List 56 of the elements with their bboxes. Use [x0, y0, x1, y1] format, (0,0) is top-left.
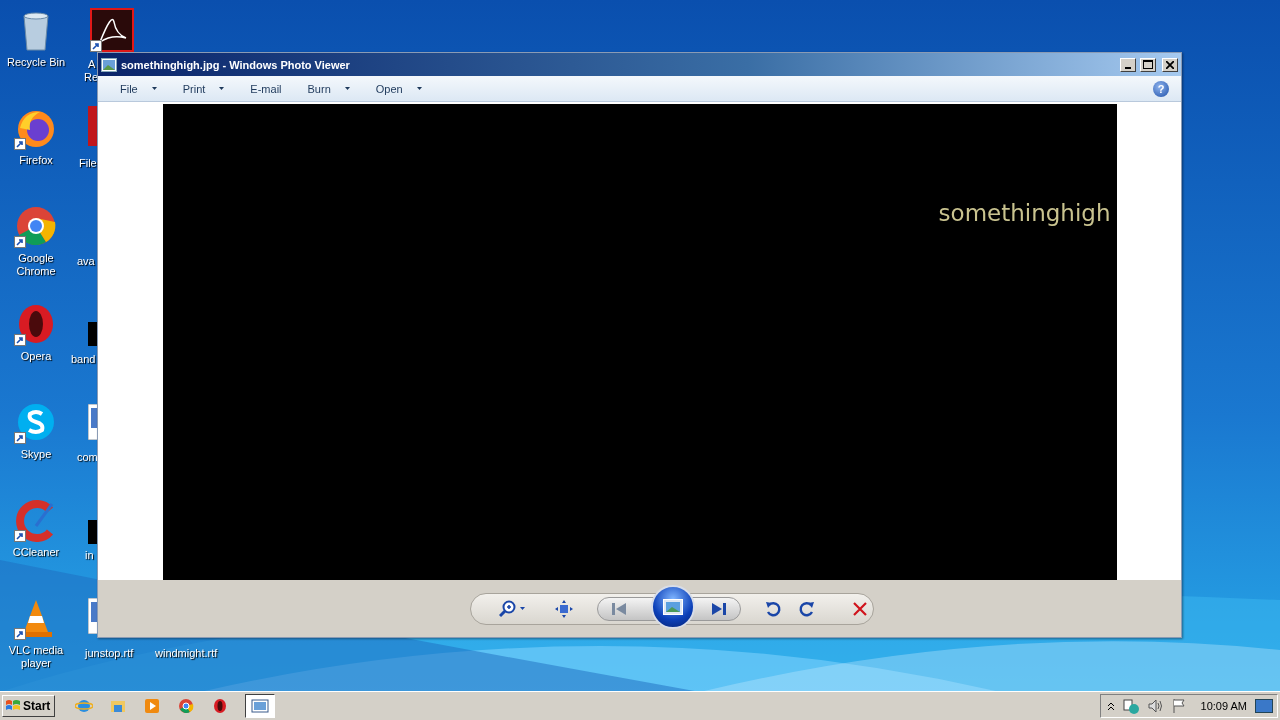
minimize-button[interactable] — [1120, 57, 1136, 72]
maximize-button[interactable] — [1140, 57, 1156, 72]
icon-label: Firefox — [18, 154, 54, 167]
icon-label: Re — [84, 71, 99, 84]
icon-label: CCleaner — [11, 546, 61, 559]
icon-label: ava — [77, 255, 95, 268]
icon-label: File — [79, 157, 97, 170]
minimize-icon — [1125, 66, 1131, 69]
menu-button[interactable]: Burn — [299, 77, 358, 100]
zoom-button[interactable] — [498, 599, 525, 618]
menu-button[interactable]: E-mail — [242, 77, 290, 100]
caret-icon — [151, 87, 157, 90]
close-icon — [1166, 60, 1174, 69]
caret-icon — [416, 87, 422, 90]
photo-icon — [662, 598, 683, 615]
close-button[interactable] — [1162, 57, 1178, 72]
icon-label: junstop.rtf — [85, 647, 134, 660]
icon-label: Recycle Bin — [5, 56, 67, 69]
icon-label: A — [88, 58, 96, 71]
menu-button[interactable]: Print — [174, 77, 233, 100]
caret-icon — [519, 607, 525, 610]
photo-viewer-icon — [101, 57, 117, 72]
photo-viewer-icon — [251, 697, 270, 715]
network-icon[interactable] — [1122, 698, 1139, 714]
delete-button[interactable] — [852, 601, 867, 616]
start-button[interactable]: Start — [2, 695, 56, 717]
play-icon — [143, 697, 162, 715]
flag-icon[interactable] — [1170, 698, 1187, 714]
taskbar-button[interactable] — [245, 694, 276, 718]
globe-icon — [75, 697, 94, 715]
windows-flag-icon — [5, 699, 21, 713]
icon-label: in — [85, 549, 94, 562]
clock: 10:09 AM — [1200, 700, 1247, 712]
icon-label: Opera — [19, 350, 53, 363]
previous-button[interactable] — [611, 602, 626, 615]
browser-icon — [177, 697, 196, 715]
rotate-right-button[interactable] — [798, 600, 815, 617]
menu-button[interactable]: Open — [367, 77, 430, 100]
browser-icon[interactable] — [14, 204, 58, 248]
icon-label: com — [77, 451, 98, 464]
icon-label: band — [71, 353, 96, 366]
caret-icon — [219, 87, 225, 90]
rotate-left-button[interactable] — [764, 600, 781, 617]
next-button[interactable] — [711, 602, 726, 615]
icon-label: windmight.rtf — [155, 647, 218, 660]
speaker-icon[interactable] — [1146, 698, 1163, 714]
chevron-up-icon[interactable] — [1106, 701, 1115, 711]
menu-button[interactable]: File — [112, 77, 165, 100]
icon-label: Google Chrome — [15, 252, 57, 278]
maximize-icon — [1143, 60, 1153, 69]
caret-icon — [344, 87, 350, 90]
icon-label: VLC media player — [7, 644, 65, 670]
fit-window-button[interactable] — [554, 599, 573, 618]
window-title: somethinghigh.jpg - Windows Photo Viewer — [121, 58, 351, 71]
image-caption: somethinghigh — [938, 200, 1111, 226]
icon-label: Skype — [19, 448, 53, 461]
